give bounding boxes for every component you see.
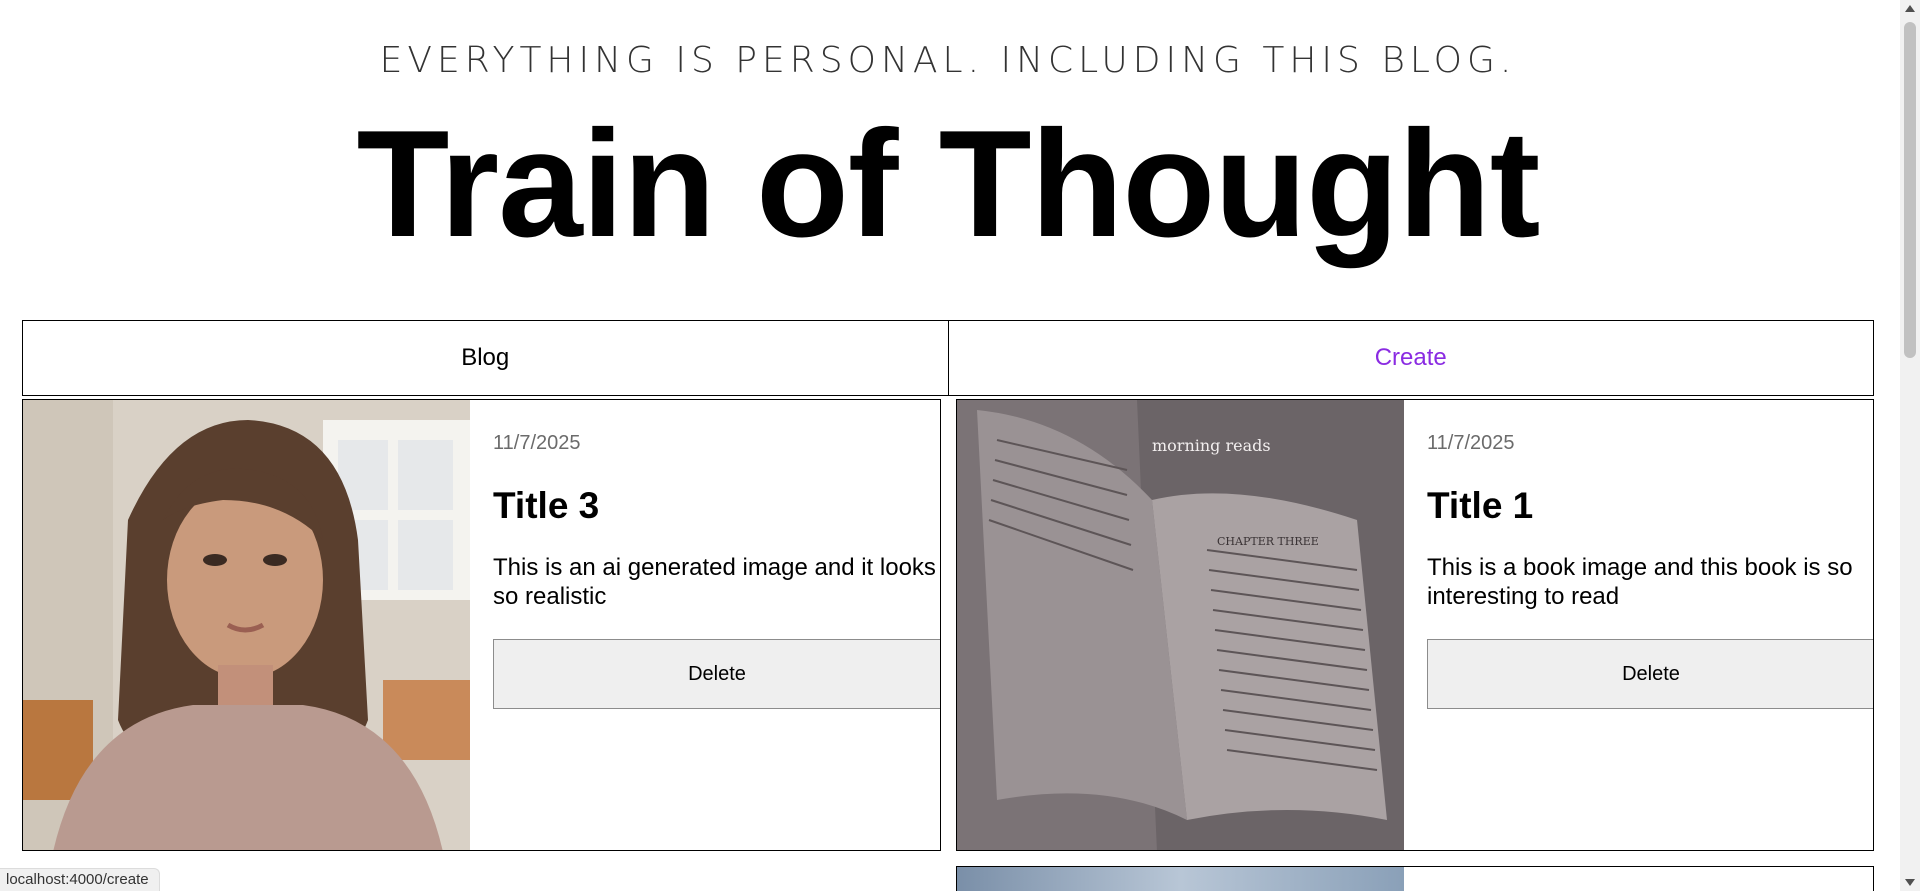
image-heading: CHAPTER THREE <box>1217 535 1319 548</box>
vertical-scrollbar[interactable] <box>1900 0 1920 891</box>
post-image-partial <box>957 867 1404 891</box>
nav-create-link[interactable]: Create <box>947 321 1874 395</box>
nav-blog-link[interactable]: Blog <box>23 321 948 395</box>
post-image-book: morning reads CHAPTER THREE <box>957 400 1404 850</box>
post-date: 11/7/2025 <box>1427 432 1515 454</box>
post-card: 11/7/2025 Title 3 This is an ai generate… <box>22 399 941 851</box>
delete-button[interactable]: Delete <box>493 639 940 709</box>
post-body: 11/7/2025 Title 1 This is a book image a… <box>1427 400 1873 709</box>
post-card-partial <box>956 866 1874 891</box>
post-description: This is an ai generated image and it loo… <box>493 554 936 610</box>
scrollbar-thumb[interactable] <box>1904 22 1916 358</box>
image-caption: morning reads <box>1152 436 1271 455</box>
site-tagline: EVERYTHING IS PERSONAL. INCLUDING THIS B… <box>379 40 1517 81</box>
post-card: morning reads CHAPTER THREE 11/7/2025 Ti… <box>956 399 1874 851</box>
site-title: Train of Thought <box>356 99 1541 269</box>
status-bar-url: localhost:4000/create <box>0 868 160 891</box>
post-title: Title 1 <box>1427 485 1534 526</box>
post-date: 11/7/2025 <box>493 432 581 454</box>
page: EVERYTHING IS PERSONAL. INCLUDING THIS B… <box>0 0 1920 891</box>
post-description: This is a book image and this book is so… <box>1427 554 1853 610</box>
main-nav: Blog Create <box>22 320 1874 396</box>
post-body: 11/7/2025 Title 3 This is an ai generate… <box>493 400 940 709</box>
post-title: Title 3 <box>493 485 600 526</box>
post-image-portrait <box>23 400 470 850</box>
scroll-down-arrow-icon[interactable] <box>1905 879 1915 886</box>
scroll-up-arrow-icon[interactable] <box>1905 5 1915 12</box>
delete-button[interactable]: Delete <box>1427 639 1873 709</box>
